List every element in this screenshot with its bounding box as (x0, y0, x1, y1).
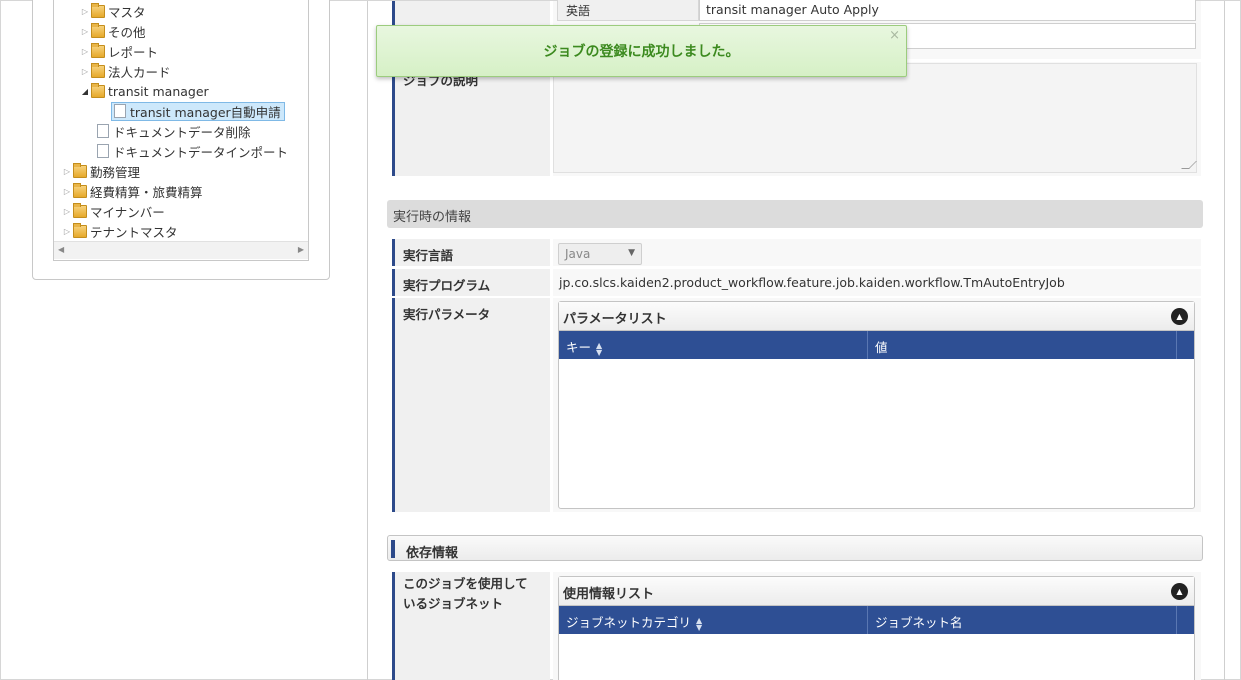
usage-list-panel: 使用情報リスト ▲ ジョブネットカテゴリ ▲ ▼ ジョブネット名 (558, 576, 1195, 680)
tree-item-master[interactable]: ▷ マスタ (79, 1, 146, 21)
usage-list-title: 使用情報リスト ▲ (559, 577, 1194, 606)
tree-item-document-import[interactable]: ドキュメントデータインポート (97, 141, 288, 161)
folder-icon (73, 202, 87, 218)
dropdown-caret-icon: ▼ (628, 248, 635, 258)
expand-arrow-icon[interactable]: ▷ (79, 47, 91, 56)
expand-arrow-icon[interactable]: ▷ (61, 227, 73, 236)
column-header-key[interactable]: キー ▲ ▼ (559, 331, 868, 359)
execution-language-cell (553, 239, 1201, 266)
folder-icon (91, 22, 105, 38)
column-header-jobnet-name[interactable]: ジョブネット名 (868, 606, 1177, 634)
tree-item-transit-manager-auto-apply[interactable]: transit manager自動申請 (111, 101, 285, 121)
column-header-jobnet-category[interactable]: ジョブネットカテゴリ ▲ ▼ (559, 606, 868, 634)
tree-item-transit-manager[interactable]: ◢ transit manager (79, 81, 209, 101)
document-icon (114, 102, 129, 118)
tree-item-my-number[interactable]: ▷ マイナンバー (61, 201, 165, 221)
column-value-label: 値 (875, 340, 888, 355)
content-border-left (367, 1, 368, 680)
column-jobnet-name-label: ジョブネット名 (875, 615, 963, 630)
expand-arrow-icon[interactable]: ▷ (61, 207, 73, 216)
section-title-execution: 実行時の情報 (387, 200, 1203, 228)
expand-arrow-icon[interactable]: ▷ (79, 27, 91, 36)
english-name-input[interactable]: transit manager Auto Apply (699, 0, 1196, 21)
close-icon[interactable]: × (889, 28, 900, 43)
selected-language: Java (565, 247, 591, 261)
tree-item-label: テナントマスタ (90, 224, 178, 240)
app-frame: ▷ マスタ ▷ その他 ▷ レポート ▷ 法人カード ◢ transit man… (0, 0, 1241, 680)
execution-params-label: 実行パラメータ (392, 298, 550, 512)
column-header-value[interactable]: 値 (868, 331, 1177, 359)
tree-item-label: レポート (108, 44, 159, 60)
tree-item-label: ドキュメントデータ削除 (113, 124, 251, 140)
job-description-textarea[interactable] (553, 63, 1197, 173)
scroll-left-icon[interactable]: ◀ (58, 245, 64, 254)
tree-item-corporate-card[interactable]: ▷ 法人カード (79, 61, 171, 81)
tree-item-label: 経費精算・旅費精算 (90, 184, 203, 200)
execution-language-select[interactable]: Java ▼ (558, 243, 642, 265)
tree-item-label: マイナンバー (90, 204, 165, 220)
execution-program-label: 実行プログラム (392, 269, 550, 296)
tree-item-document-delete[interactable]: ドキュメントデータ削除 (97, 121, 251, 141)
execution-language-label: 実行言語 (392, 239, 550, 266)
expand-arrow-icon[interactable]: ▷ (79, 67, 91, 76)
tree-item-tenant-master[interactable]: ▷ テナントマスタ (61, 221, 178, 241)
sort-icon[interactable]: ▲ ▼ (596, 341, 602, 356)
collapse-up-icon[interactable]: ▲ (1171, 583, 1188, 600)
tree-item-label: 勤務管理 (90, 164, 141, 180)
tree-item-label: transit manager自動申請 (130, 104, 281, 120)
tree-item-label: その他 (108, 24, 146, 40)
parameter-list-panel: パラメータリスト ▲ キー ▲ ▼ 値 (558, 301, 1195, 509)
resize-grip-icon[interactable] (1181, 161, 1197, 169)
parameter-list-title-text: パラメータリスト (563, 312, 667, 327)
tree-item-label: マスタ (108, 4, 146, 20)
folder-icon (91, 2, 105, 18)
expand-arrow-icon[interactable]: ▷ (61, 187, 73, 196)
sort-icon[interactable]: ▲ ▼ (696, 616, 702, 631)
section-title-dependency: 依存情報 (387, 535, 1203, 561)
tree-item-label: transit manager (108, 83, 209, 99)
execution-program-value: jp.co.slcs.kaiden2.product_workflow.feat… (559, 275, 1065, 290)
folder-open-icon (91, 82, 105, 98)
folder-icon (91, 42, 105, 58)
folder-icon (73, 162, 87, 178)
success-toast: ジョブの登録に成功しました。 × (376, 25, 907, 77)
collapse-up-icon[interactable]: ▲ (1171, 308, 1188, 325)
tree-item-other[interactable]: ▷ その他 (79, 21, 146, 41)
tree-item-label: ドキュメントデータインポート (113, 144, 289, 160)
parameter-grid-header: キー ▲ ▼ 値 (559, 331, 1194, 359)
usage-grid-header: ジョブネットカテゴリ ▲ ▼ ジョブネット名 (559, 606, 1194, 634)
column-key-label: キー (566, 340, 592, 355)
job-description-label: ジョブの説明 (392, 62, 550, 176)
toast-message: ジョブの登録に成功しました。 (543, 44, 740, 60)
document-icon (97, 142, 112, 158)
expand-arrow-icon[interactable]: ▷ (79, 7, 91, 16)
tree-item-expense[interactable]: ▷ 経費精算・旅費精算 (61, 181, 203, 201)
content-border-right (1224, 1, 1225, 680)
tree-item-report[interactable]: ▷ レポート (79, 41, 158, 61)
selected-node[interactable]: transit manager自動申請 (111, 101, 285, 121)
parameter-list-title: パラメータリスト ▲ (559, 302, 1194, 331)
column-jobnet-category-label: ジョブネットカテゴリ (566, 615, 692, 630)
usage-list-title-text: 使用情報リスト (563, 587, 655, 602)
scroll-right-icon[interactable]: ▶ (298, 245, 304, 254)
collapse-arrow-icon[interactable]: ◢ (79, 87, 91, 96)
folder-icon (91, 62, 105, 78)
expand-arrow-icon[interactable]: ▷ (61, 167, 73, 176)
english-label: 英語 (557, 0, 699, 21)
folder-icon (73, 222, 87, 238)
usage-jobnet-label: このジョブを使用しているジョブネット (392, 572, 550, 680)
tree-horizontal-scrollbar[interactable]: ◀ ▶ (54, 241, 308, 259)
document-icon (97, 122, 112, 138)
tree-item-label: 法人カード (108, 64, 171, 80)
folder-icon (73, 182, 87, 198)
tree-item-attendance[interactable]: ▷ 勤務管理 (61, 161, 140, 181)
